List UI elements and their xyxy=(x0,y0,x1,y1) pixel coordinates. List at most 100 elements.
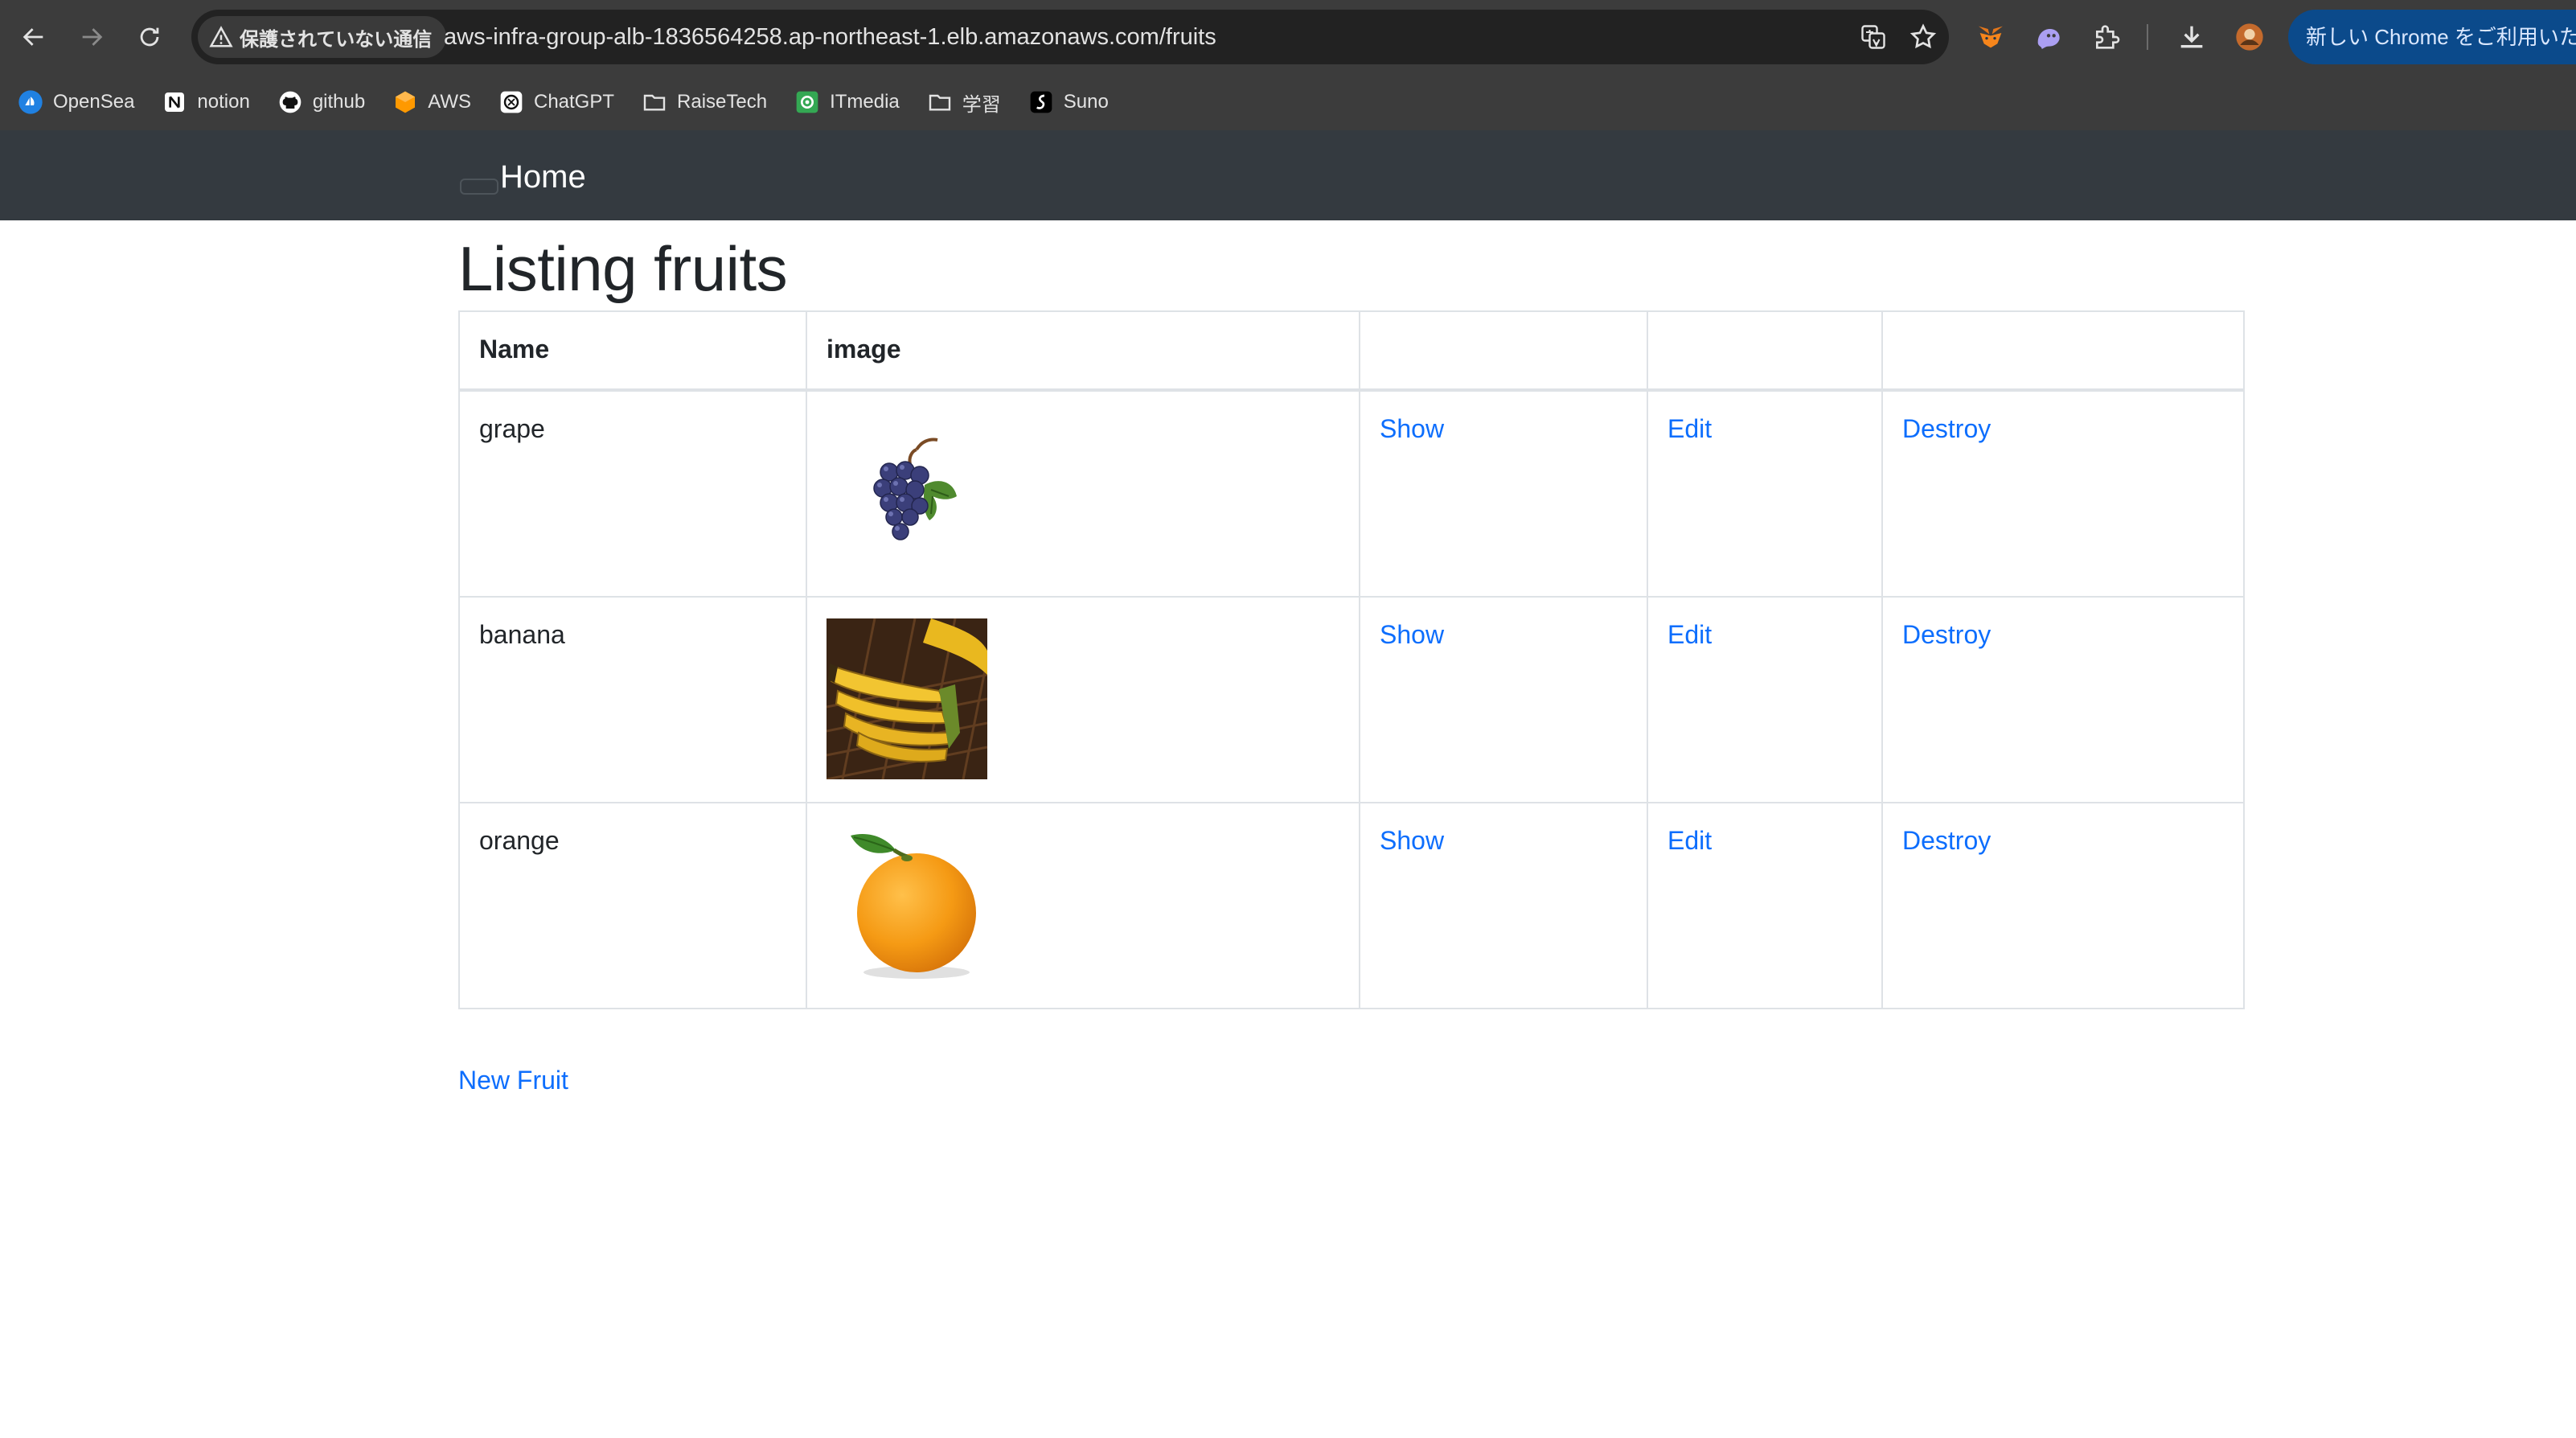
aws-icon xyxy=(392,89,418,115)
edit-cell: Edit xyxy=(1647,802,1883,1009)
column-header-image: image xyxy=(806,310,1360,392)
reload-icon xyxy=(140,27,159,47)
download-icon xyxy=(2180,26,2203,48)
fruit-name-cell: grape xyxy=(458,389,807,598)
avatar-icon xyxy=(2236,23,2263,51)
bookmark-suno[interactable]: Suno xyxy=(1028,89,1109,115)
bookmark-label: RaiseTech xyxy=(677,91,768,113)
downloads-button[interactable] xyxy=(2174,19,2209,55)
column-header-destroy xyxy=(1881,310,2245,392)
phantom-extension-button[interactable] xyxy=(2031,19,2066,55)
bookmark-study[interactable]: 学習 xyxy=(927,88,1001,117)
bookmark-star-button[interactable] xyxy=(1907,21,1939,53)
edit-cell: Edit xyxy=(1647,389,1883,598)
bookmarks-bar: OpenSea notion github AWS ChatGPT RaiseT… xyxy=(0,74,2576,130)
destroy-link[interactable]: Destroy xyxy=(1902,620,1991,649)
fruit-image-cell xyxy=(806,389,1360,598)
extensions-button[interactable] xyxy=(2089,19,2124,55)
bookmark-github[interactable]: github xyxy=(277,89,365,115)
ghost-icon xyxy=(2037,29,2060,49)
security-chip[interactable]: 保護されていない通信 xyxy=(198,16,447,58)
reload-button[interactable] xyxy=(132,19,167,55)
notion-icon xyxy=(162,89,187,115)
show-cell: Show xyxy=(1359,389,1648,598)
show-link[interactable]: Show xyxy=(1380,414,1444,443)
banana-image xyxy=(827,618,987,779)
destroy-cell: Destroy xyxy=(1881,389,2245,598)
profile-avatar-button[interactable] xyxy=(2232,19,2267,55)
show-link[interactable]: Show xyxy=(1380,826,1444,855)
suno-icon xyxy=(1028,89,1054,115)
bookmark-notion[interactable]: notion xyxy=(162,89,250,115)
folder-icon xyxy=(927,89,953,115)
fruit-image-cell xyxy=(806,596,1360,803)
bookmark-label: AWS xyxy=(428,91,471,113)
bookmark-label: github xyxy=(312,91,366,113)
grape-image xyxy=(873,438,957,540)
site-navbar xyxy=(0,130,2576,220)
edit-cell: Edit xyxy=(1647,596,1883,803)
new-fruit-link[interactable]: New Fruit xyxy=(458,1062,568,1099)
edit-link[interactable]: Edit xyxy=(1667,414,1712,443)
show-cell: Show xyxy=(1359,802,1648,1009)
bookmark-raisetech[interactable]: RaiseTech xyxy=(642,89,767,115)
main-content: Listing fruits Name image grape Show Edi… xyxy=(458,220,2245,1009)
destroy-link[interactable]: Destroy xyxy=(1902,414,1991,443)
show-cell: Show xyxy=(1359,596,1648,803)
forward-button[interactable] xyxy=(74,19,109,55)
warning-icon xyxy=(209,26,233,47)
chatgpt-icon xyxy=(498,89,524,115)
navbar-home-link[interactable]: Home xyxy=(500,154,586,199)
url-text[interactable]: aws-infra-group-alb-1836564258.ap-northe… xyxy=(444,10,1216,64)
back-arrow-icon xyxy=(23,28,43,46)
fruit-name-cell: banana xyxy=(458,596,807,803)
column-header-show xyxy=(1359,310,1648,392)
bookmark-label: 学習 xyxy=(962,93,1001,116)
browser-toolbar: 保護されていない通信 aws-infra-group-alb-183656425… xyxy=(0,0,2576,74)
address-bar[interactable]: 保護されていない通信 aws-infra-group-alb-183656425… xyxy=(191,10,1949,64)
bookmark-chatgpt[interactable]: ChatGPT xyxy=(498,89,614,115)
destroy-cell: Destroy xyxy=(1881,596,2245,803)
forward-arrow-icon xyxy=(82,28,103,46)
bookmark-itmedia[interactable]: ITmedia xyxy=(794,89,900,115)
table-row: orange Show Edit Destroy xyxy=(458,802,2245,1009)
destroy-link[interactable]: Destroy xyxy=(1902,826,1991,855)
bookmark-aws[interactable]: AWS xyxy=(392,89,471,115)
fruit-image-cell xyxy=(806,802,1360,1009)
star-icon xyxy=(1909,23,1937,49)
edit-link[interactable]: Edit xyxy=(1667,620,1712,649)
translate-button[interactable] xyxy=(1857,21,1889,53)
folder-icon xyxy=(642,89,667,115)
edit-link[interactable]: Edit xyxy=(1667,826,1712,855)
column-header-edit xyxy=(1647,310,1883,392)
translate-icon xyxy=(1861,25,1885,49)
orange-image xyxy=(851,834,976,979)
toolbar-divider xyxy=(2147,24,2148,50)
bookmark-label: notion xyxy=(197,91,250,113)
bookmark-label: Suno xyxy=(1063,91,1109,113)
fox-icon xyxy=(1979,26,2003,48)
chrome-update-promo[interactable]: 新しい Chrome をご利用いた xyxy=(2288,10,2576,64)
metamask-extension-button[interactable] xyxy=(1973,19,2008,55)
navbar-toggler-button[interactable] xyxy=(460,179,498,195)
bookmark-label: ITmedia xyxy=(830,91,900,113)
fruits-table: Name image grape Show Edit Destroy banan… xyxy=(458,310,2245,1009)
page-title: Listing fruits xyxy=(458,233,788,304)
fruit-name-cell: orange xyxy=(458,802,807,1009)
opensea-icon xyxy=(18,89,43,115)
itmedia-icon xyxy=(794,89,820,115)
bookmark-label: ChatGPT xyxy=(533,91,615,113)
column-header-name: Name xyxy=(458,310,807,392)
table-row: grape Show Edit Destroy xyxy=(458,389,2245,598)
bookmark-opensea[interactable]: OpenSea xyxy=(18,89,134,115)
back-button[interactable] xyxy=(16,19,51,55)
puzzle-icon xyxy=(2096,25,2120,49)
table-header-row: Name image xyxy=(458,310,2245,392)
github-icon xyxy=(277,89,303,115)
bookmark-label: OpenSea xyxy=(53,91,135,113)
browser-chrome: 保護されていない通信 aws-infra-group-alb-183656425… xyxy=(0,0,2576,130)
show-link[interactable]: Show xyxy=(1380,620,1444,649)
table-row: banana Show Edit Destroy xyxy=(458,596,2245,803)
destroy-cell: Destroy xyxy=(1881,802,2245,1009)
security-label: 保護されていない通信 xyxy=(240,28,433,51)
